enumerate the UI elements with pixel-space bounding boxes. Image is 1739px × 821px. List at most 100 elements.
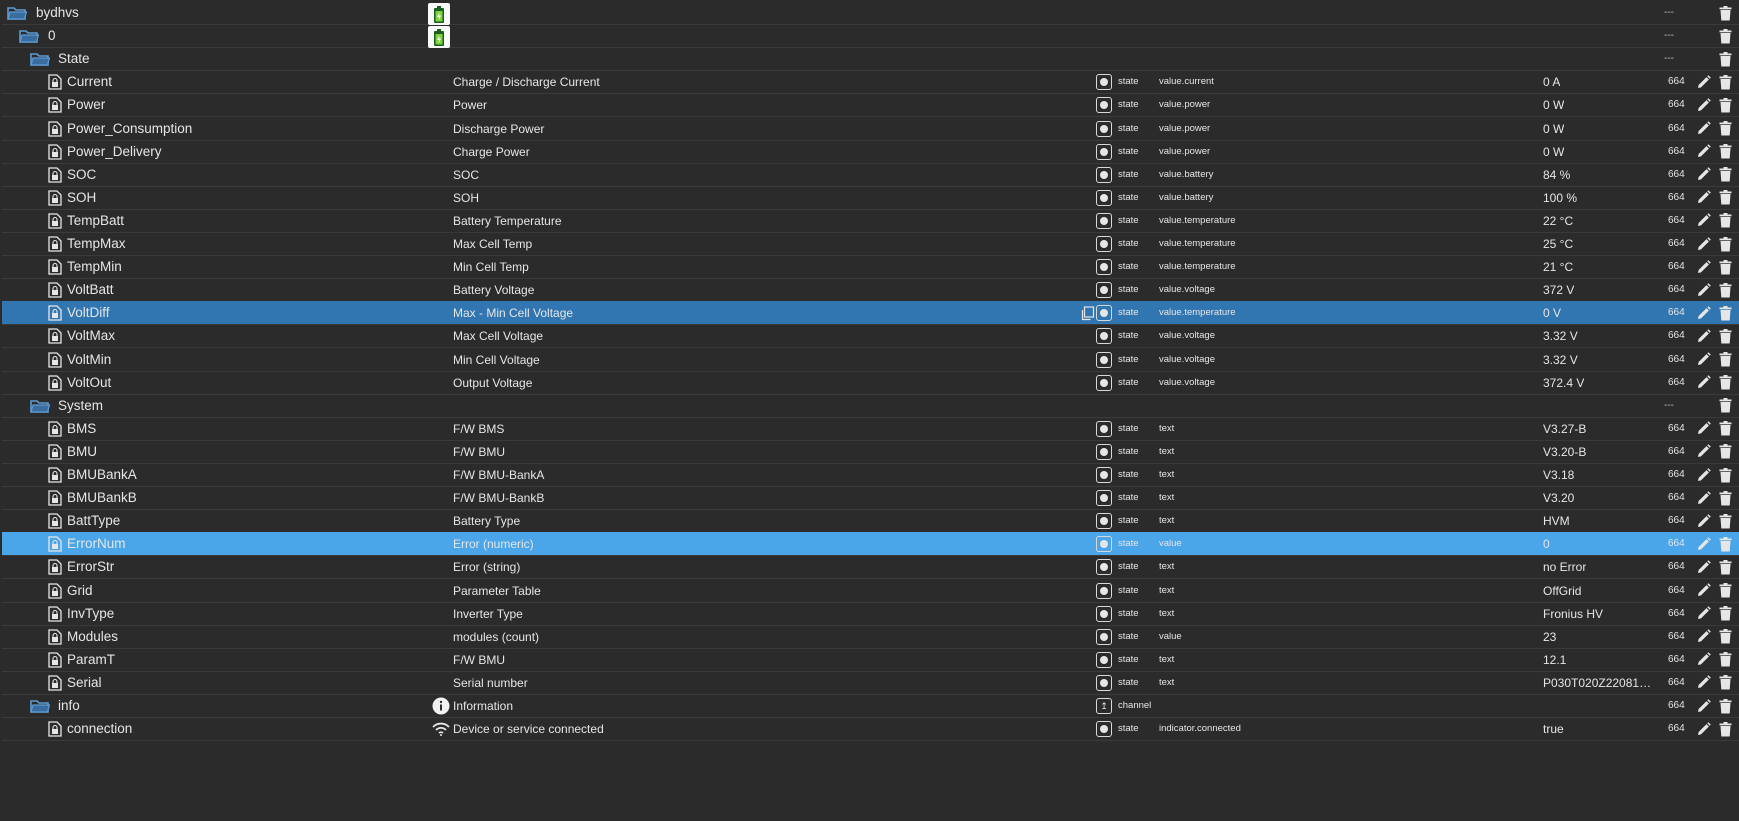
trash-icon[interactable] [1716,232,1734,256]
state-type-icon[interactable] [1096,351,1112,368]
object-value[interactable]: 100 % [1543,186,1577,210]
object-value[interactable]: 0 W [1543,93,1564,117]
state-type-icon[interactable] [1096,259,1112,276]
object-value[interactable]: 0 [1543,532,1550,556]
trash-icon[interactable] [1716,463,1734,487]
acl-value[interactable]: 664 [1668,186,1685,210]
pencil-icon[interactable] [1694,232,1712,256]
pencil-icon[interactable] [1694,278,1712,302]
pencil-icon[interactable] [1694,348,1712,372]
state-type-icon[interactable] [1096,420,1112,437]
pencil-icon[interactable] [1694,140,1712,164]
trash-icon[interactable] [1716,532,1734,556]
acl-value[interactable]: --- [1664,47,1674,71]
object-value[interactable]: 3.32 V [1543,348,1578,372]
acl-value[interactable]: 664 [1668,717,1685,741]
table-row[interactable]: BMUBankA F/W BMU-BankA state text V3.18 664 [2,463,1739,487]
table-row[interactable]: ParamT F/W BMU state text 12.1 664 [2,648,1739,672]
table-row[interactable]: BattType Battery Type state text HVM 664 [2,509,1739,534]
acl-value[interactable]: --- [1664,394,1674,418]
table-row[interactable]: VoltOut Output Voltage state value.voltage 3… [2,371,1739,395]
trash-icon[interactable] [1716,486,1734,510]
object-value[interactable]: V3.20-B [1543,440,1586,464]
table-row[interactable]: SOC SOC state value.battery 84 % 664 [2,163,1739,187]
state-type-icon[interactable] [1096,536,1112,553]
state-type-icon[interactable] [1096,166,1112,183]
table-row[interactable]: Power_Delivery Charge Power state value.pow… [2,140,1739,164]
table-row[interactable]: VoltMax Max Cell Voltage state value.voltag… [2,324,1739,349]
object-value[interactable]: 23 [1543,625,1556,649]
trash-icon[interactable] [1716,278,1734,302]
table-row[interactable]: SOH SOH state value.battery 100 % 664 [2,186,1739,210]
pencil-icon[interactable] [1694,163,1712,187]
trash-icon[interactable] [1716,47,1734,71]
acl-value[interactable]: --- [1664,1,1674,25]
pencil-icon[interactable] [1694,117,1712,141]
acl-value[interactable]: 664 [1668,625,1685,649]
folder-icon[interactable] [30,47,50,71]
trash-icon[interactable] [1716,671,1734,695]
state-type-icon[interactable] [1096,282,1112,299]
table-row[interactable]: ErrorNum Error (numeric) state value 0 664 [2,532,1739,557]
object-value[interactable]: Fronius HV [1543,602,1603,626]
state-type-icon[interactable] [1096,305,1112,322]
trash-icon[interactable] [1716,648,1734,672]
pencil-icon[interactable] [1694,209,1712,233]
state-type-icon[interactable] [1096,120,1112,137]
object-value[interactable]: 3.32 V [1543,324,1578,348]
table-row[interactable]: Grid Parameter Table state text OffGrid 664 [2,579,1739,603]
object-value[interactable]: 22 °C [1543,209,1573,233]
state-type-icon[interactable] [1096,513,1112,530]
object-value[interactable]: V3.18 [1543,463,1574,487]
acl-value[interactable]: 664 [1668,301,1685,325]
table-row[interactable]: ErrorStr Error (string) state text no Error 6… [2,555,1739,580]
trash-icon[interactable] [1716,625,1734,649]
acl-value[interactable]: 664 [1668,671,1685,695]
acl-value[interactable]: 664 [1668,694,1685,718]
trash-icon[interactable] [1716,1,1734,25]
trash-icon[interactable] [1716,301,1734,325]
object-value[interactable]: 12.1 [1543,648,1566,672]
object-value[interactable]: V3.27-B [1543,417,1586,441]
pencil-icon[interactable] [1694,186,1712,210]
table-row[interactable]: Power_Consumption Discharge Power state val… [2,117,1739,141]
object-value[interactable]: P030T020Z22081… [1543,671,1651,695]
object-value[interactable]: 0 V [1543,301,1561,325]
pencil-icon[interactable] [1694,486,1712,510]
trash-icon[interactable] [1716,117,1734,141]
pencil-icon[interactable] [1694,532,1712,556]
pencil-icon[interactable] [1694,463,1712,487]
object-value[interactable]: V3.20 [1543,486,1574,510]
pencil-icon[interactable] [1694,417,1712,441]
pencil-icon[interactable] [1694,602,1712,626]
folder-icon[interactable] [19,24,39,48]
table-row[interactable]: Serial Serial number state text P030T020Z220… [2,671,1739,695]
pencil-icon[interactable] [1694,255,1712,279]
acl-value[interactable]: 664 [1668,579,1685,603]
acl-value[interactable]: 664 [1668,117,1685,141]
channel-type-icon[interactable]: ↥ [1096,698,1112,714]
pencil-icon[interactable] [1694,371,1712,395]
object-value[interactable]: 372.4 V [1543,371,1584,395]
table-row[interactable]: Current Charge / Discharge Current state va… [2,70,1739,95]
folder-row[interactable]: State --- [2,47,1739,72]
object-value[interactable]: 372 V [1543,278,1574,302]
table-row[interactable]: VoltBatt Battery Voltage state value.voltag… [2,278,1739,303]
state-type-icon[interactable] [1096,236,1112,252]
table-row[interactable]: Power Power state value.power 0 W 664 [2,93,1739,118]
object-value[interactable]: 84 % [1543,163,1570,187]
acl-value[interactable]: 664 [1668,602,1685,626]
state-type-icon[interactable] [1096,97,1112,114]
trash-icon[interactable] [1716,417,1734,441]
acl-value[interactable]: 664 [1668,209,1685,233]
trash-icon[interactable] [1716,255,1734,279]
pencil-icon[interactable] [1694,648,1712,672]
state-type-icon[interactable] [1096,674,1112,691]
pencil-icon[interactable] [1694,301,1712,325]
trash-icon[interactable] [1716,694,1734,718]
trash-icon[interactable] [1716,717,1734,741]
trash-icon[interactable] [1716,509,1734,533]
object-value[interactable]: HVM [1543,509,1570,533]
state-type-icon[interactable] [1096,628,1112,645]
acl-value[interactable]: 664 [1668,371,1685,395]
